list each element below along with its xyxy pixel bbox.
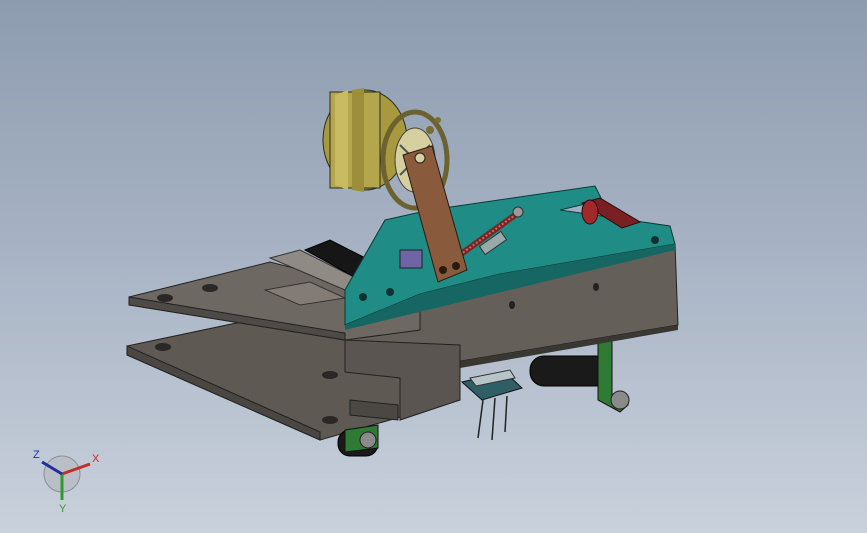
y-axis-label: Y <box>59 503 67 515</box>
green-bracket-left[interactable] <box>344 424 379 453</box>
x-axis-label: X <box>92 453 100 465</box>
graphics-viewport[interactable]: X Y Z <box>0 0 867 533</box>
slider-block[interactable] <box>399 249 423 269</box>
limit-switch[interactable] <box>460 369 523 441</box>
view-orientation-triad[interactable]: X Y Z <box>28 440 108 520</box>
cad-assembly-model[interactable] <box>0 0 867 533</box>
z-axis-label: Z <box>33 449 40 461</box>
green-bracket-right[interactable] <box>597 334 630 413</box>
